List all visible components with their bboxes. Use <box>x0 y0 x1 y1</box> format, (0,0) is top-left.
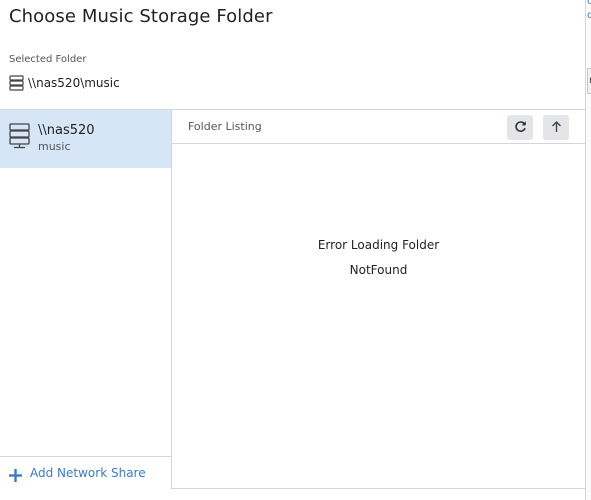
error-detail: NotFound <box>349 263 408 277</box>
background-link[interactable]: c <box>587 10 591 22</box>
error-message: Error Loading Folder <box>317 238 440 252</box>
share-name: \\nas520 <box>38 123 95 138</box>
folder-listing-header: Folder Listing <box>172 110 585 144</box>
arrow-up-icon <box>550 118 563 137</box>
network-share-sidebar: \\nas520 music Add Network Share <box>0 110 172 489</box>
refresh-button[interactable] <box>507 115 533 140</box>
background-window-edge: c c r <box>587 0 591 500</box>
server-icon <box>9 75 24 91</box>
folder-listing-pane: Folder Listing Error Loading Folder NotF… <box>172 110 585 489</box>
share-item-nas520[interactable]: \\nas520 music <box>0 110 171 168</box>
parent-folder-button[interactable] <box>543 115 569 140</box>
share-subfolder: music <box>38 140 71 153</box>
folder-browser: \\nas520 music Add Network Share Folder … <box>0 109 586 489</box>
selected-folder-path: \\nas520\music <box>28 76 120 90</box>
add-network-share-label: Add Network Share <box>30 466 146 480</box>
share-item-text: \\nas520 music <box>38 123 95 154</box>
add-network-share-button[interactable]: Add Network Share <box>0 456 171 489</box>
selected-folder-row: \\nas520\music <box>9 74 120 92</box>
background-link[interactable]: c <box>587 0 591 8</box>
folder-listing-title: Folder Listing <box>188 120 262 133</box>
background-field[interactable]: r <box>587 68 591 94</box>
server-icon <box>9 123 30 149</box>
choose-folder-dialog: Choose Music Storage Folder Selected Fol… <box>0 0 586 500</box>
refresh-icon <box>514 118 527 137</box>
plus-icon <box>9 467 22 482</box>
dialog-title: Choose Music Storage Folder <box>9 6 273 27</box>
selected-folder-label: Selected Folder <box>9 54 87 65</box>
